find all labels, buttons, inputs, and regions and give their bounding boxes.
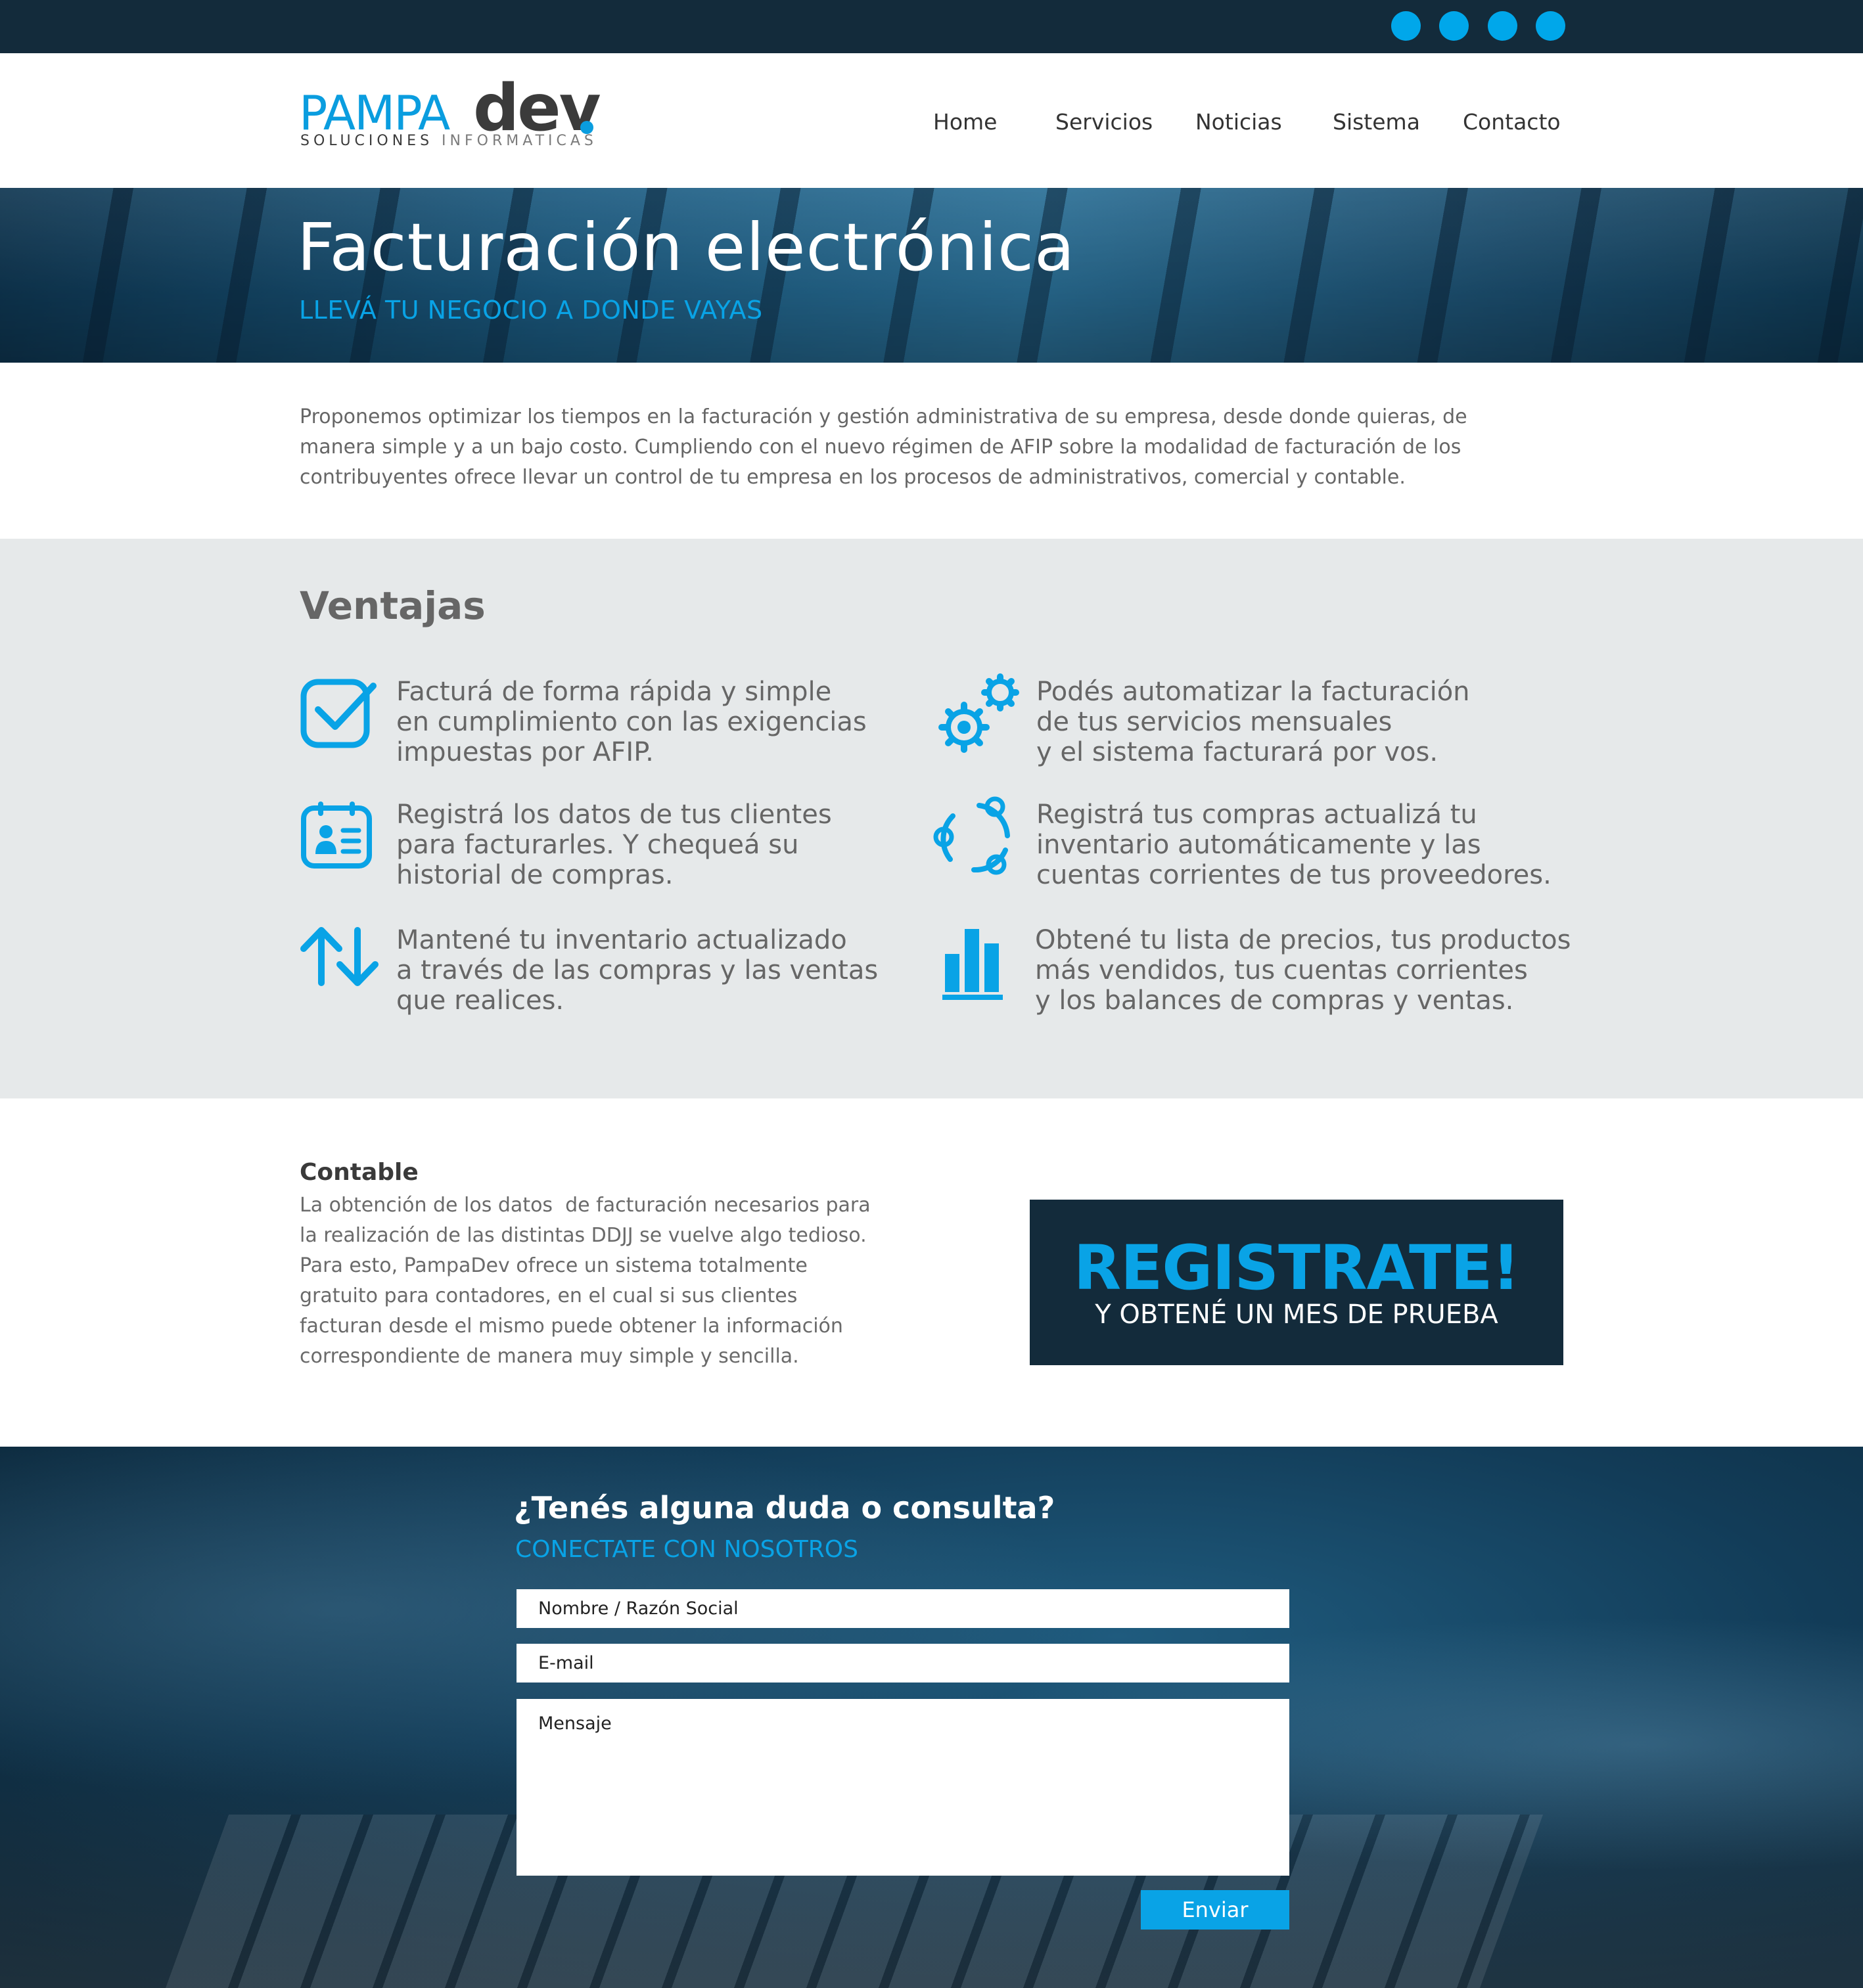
bar-chart-icon	[942, 929, 1003, 1000]
contact-subtitle: CONECTATE CON NOSOTROS	[515, 1536, 858, 1563]
gears-icon	[938, 673, 1019, 753]
ventajas-section	[0, 539, 1863, 1098]
register-banner[interactable]: REGISTRATE! Y OBTENÉ UN MES DE PRUEBA	[1030, 1200, 1563, 1365]
nav-sistema[interactable]: Sistema	[1333, 109, 1420, 135]
site-header	[0, 53, 1863, 188]
checkbox-icon	[300, 679, 377, 748]
top-bar	[0, 0, 1863, 53]
nav-home[interactable]: Home	[933, 109, 997, 135]
ventaja-item-1: Facturá de forma rápida y simple en cump…	[396, 677, 867, 767]
page-title: Facturación electrónica	[297, 209, 1076, 286]
ventaja-item-4: Registrá tus compras actualizá tu invent…	[1036, 800, 1552, 890]
email-field[interactable]	[517, 1644, 1289, 1683]
contact-title: ¿Tenés alguna duda o consulta?	[514, 1490, 1055, 1525]
name-field[interactable]	[517, 1589, 1289, 1628]
ventaja-item-3: Registrá los datos de tus clientes para …	[396, 800, 832, 890]
social-icon-2[interactable]	[1439, 11, 1469, 41]
intro-text: Proponemos optimizar los tiempos en la f…	[300, 405, 1467, 489]
register-subtitle: Y OBTENÉ UN MES DE PRUEBA	[1095, 1299, 1498, 1330]
page-subtitle: LLEVÁ TU NEGOCIO A DONDE VAYAS	[299, 296, 763, 325]
logo-tagline-a: SOLUCIONES	[300, 133, 434, 149]
contact-card-icon	[301, 802, 372, 869]
cycle-icon	[933, 796, 1010, 875]
up-down-arrows-icon	[300, 927, 379, 986]
ventaja-item-6: Obtené tu lista de precios, tus producto…	[1035, 925, 1571, 1016]
logo-brand-a: PAMPA	[299, 85, 450, 141]
ventajas-title: Ventajas	[300, 583, 486, 628]
social-icon-4[interactable]	[1536, 11, 1565, 41]
ventaja-item-5: Mantené tu inventario actualizado a trav…	[396, 925, 879, 1016]
send-button[interactable]: Enviar	[1141, 1890, 1289, 1930]
register-title: REGISTRATE!	[1073, 1232, 1521, 1304]
contable-text: La obtención de los datos de facturación…	[300, 1194, 871, 1368]
social-icon-3[interactable]	[1488, 11, 1517, 41]
logo-tagline-b: INFORMATICAS	[442, 133, 597, 149]
message-field[interactable]	[517, 1699, 1289, 1876]
nav-servicios[interactable]: Servicios	[1055, 109, 1153, 135]
logo-dot	[580, 121, 593, 134]
nav-contacto[interactable]: Contacto	[1463, 109, 1561, 135]
logo-brand-b: dev	[473, 71, 601, 146]
site-logo[interactable]: PAMPA dev SOLUCIONES INFORMATICAS	[299, 76, 601, 155]
social-icon-1[interactable]	[1391, 11, 1421, 41]
ventaja-item-2: Podés automatizar la facturación de tus …	[1036, 677, 1470, 767]
logo-tagline: SOLUCIONES INFORMATICAS	[300, 133, 597, 149]
nav-noticias[interactable]: Noticias	[1195, 109, 1282, 135]
contable-title: Contable	[300, 1159, 419, 1186]
